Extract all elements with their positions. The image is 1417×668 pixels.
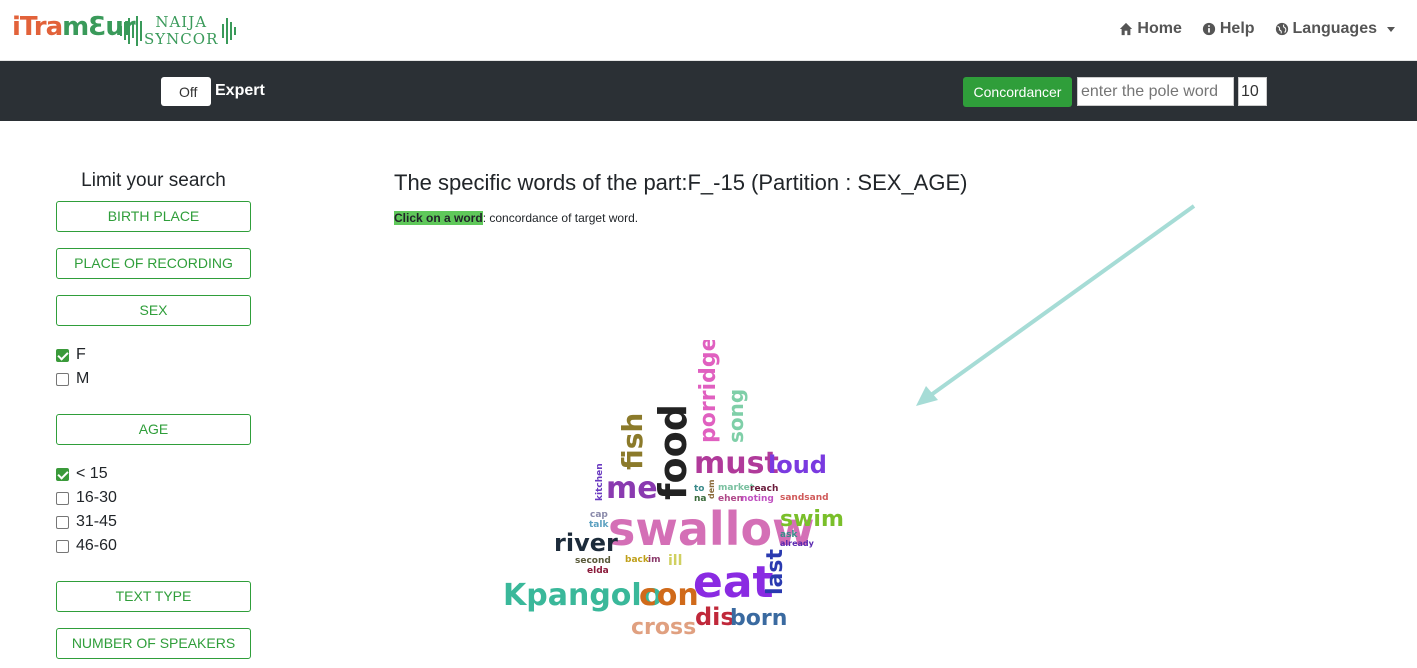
word-elda[interactable]: elda: [587, 566, 609, 576]
option-label: < 15: [76, 465, 108, 482]
word-last[interactable]: last: [763, 549, 788, 595]
nav-home[interactable]: Home: [1119, 20, 1182, 38]
sidebar-title: Limit your search: [81, 170, 226, 191]
word-dis[interactable]: dis: [695, 603, 735, 631]
pole-word-input[interactable]: [1077, 77, 1234, 106]
age-option-46-60[interactable]: 46-60: [56, 537, 117, 555]
place-of-recording-filter-button[interactable]: PLACE OF RECORDING: [56, 248, 251, 279]
toggle-state-label: Off: [179, 84, 198, 100]
sex-option-f[interactable]: F: [56, 346, 86, 364]
word-must[interactable]: must: [694, 446, 779, 481]
word-kitchen[interactable]: kitchen: [595, 463, 605, 501]
text-type-filter-button[interactable]: TEXT TYPE: [56, 581, 251, 612]
naija-syncor-text: NAIJA SYNCOR: [142, 13, 221, 48]
age-filter-button[interactable]: AGE: [56, 414, 251, 445]
word-cloud: swalloweatfoodfish porridge songmustloudme…: [503, 340, 844, 640]
nav-languages-label: Languages: [1292, 20, 1377, 37]
word-im[interactable]: im: [648, 555, 660, 565]
page-title: The specific words of the part:F_-15 (Pa…: [394, 170, 968, 195]
option-label: 16-30: [76, 489, 117, 506]
word-noting[interactable]: noting: [741, 494, 774, 504]
word-ehen[interactable]: ehen: [718, 494, 743, 504]
age-option-31-45[interactable]: 31-45: [56, 513, 117, 531]
checkbox[interactable]: [56, 491, 69, 505]
option-label: 46-60: [76, 537, 117, 554]
word-me[interactable]: me: [606, 471, 658, 506]
checkbox[interactable]: [56, 515, 69, 529]
naija-syncor-logo[interactable]: NAIJA SYNCOR: [120, 13, 237, 48]
checkbox[interactable]: [56, 539, 69, 553]
expert-label: Expert: [215, 82, 265, 99]
age-option-under-15[interactable]: < 15: [56, 465, 108, 483]
checkbox-checked[interactable]: [56, 348, 69, 362]
hint-rest: : concordance of target word.: [482, 211, 639, 225]
number-of-speakers-filter-button[interactable]: NUMBER OF SPEAKERS: [56, 628, 251, 659]
option-label: M: [76, 370, 90, 387]
word-to[interactable]: to: [694, 484, 705, 494]
instruction-text: Click on a word: concordance of target w…: [394, 211, 638, 225]
info-icon: [1202, 22, 1215, 36]
count-input[interactable]: [1238, 77, 1267, 106]
globe-icon: [1275, 22, 1288, 36]
word-reach[interactable]: reach: [750, 484, 778, 494]
word-con[interactable]: con: [639, 578, 699, 613]
top-navbar: iTramƐur NAIJA SYNCOR Home Help Languages: [0, 0, 1417, 61]
expert-toggle[interactable]: Off: [161, 77, 211, 106]
word-na[interactable]: na: [694, 494, 706, 504]
checkbox-checked[interactable]: [56, 467, 69, 481]
word-already[interactable]: already: [780, 539, 815, 548]
word-song[interactable]: song: [724, 389, 748, 443]
word-swim[interactable]: swim: [780, 507, 844, 532]
nav-languages-dropdown[interactable]: Languages: [1275, 20, 1395, 38]
option-label: F: [76, 346, 86, 363]
logo-text-a: iTra: [12, 12, 63, 42]
chevron-down-icon: [1387, 26, 1395, 32]
word-loud[interactable]: loud: [768, 451, 827, 479]
checkbox[interactable]: [56, 372, 69, 386]
nav-help-label: Help: [1219, 20, 1255, 37]
word-talk[interactable]: talk: [589, 520, 609, 530]
nav-help[interactable]: Help: [1202, 20, 1255, 38]
itramer-logo[interactable]: iTramƐur: [12, 12, 136, 42]
word-born[interactable]: born: [730, 606, 787, 631]
word-dem[interactable]: dem: [707, 480, 716, 500]
concordancer-button[interactable]: Concordancer: [963, 77, 1072, 107]
word-back[interactable]: back: [625, 555, 650, 565]
sex-option-m[interactable]: M: [56, 370, 89, 388]
word-river[interactable]: river: [554, 529, 618, 557]
age-option-16-30[interactable]: 16-30: [56, 489, 117, 507]
word-ill[interactable]: ill: [668, 553, 682, 569]
home-icon: [1120, 22, 1133, 36]
word-fish[interactable]: fish: [616, 413, 649, 470]
birth-place-filter-button[interactable]: BIRTH PLACE: [56, 201, 251, 232]
word-cap[interactable]: cap: [590, 510, 608, 520]
option-label: 31-45: [76, 513, 117, 530]
word-sandsand[interactable]: sandsand: [780, 493, 829, 503]
nav-home-label: Home: [1137, 20, 1182, 37]
sex-filter-button[interactable]: SEX: [56, 295, 251, 326]
word-cross[interactable]: cross: [631, 615, 696, 640]
word-eat[interactable]: eat: [693, 557, 774, 608]
hint-highlight: Click on a word: [394, 211, 483, 225]
pointer-arrow: [916, 204, 1196, 406]
word-second[interactable]: second: [575, 556, 611, 566]
word-porridge[interactable]: porridge: [696, 340, 721, 443]
